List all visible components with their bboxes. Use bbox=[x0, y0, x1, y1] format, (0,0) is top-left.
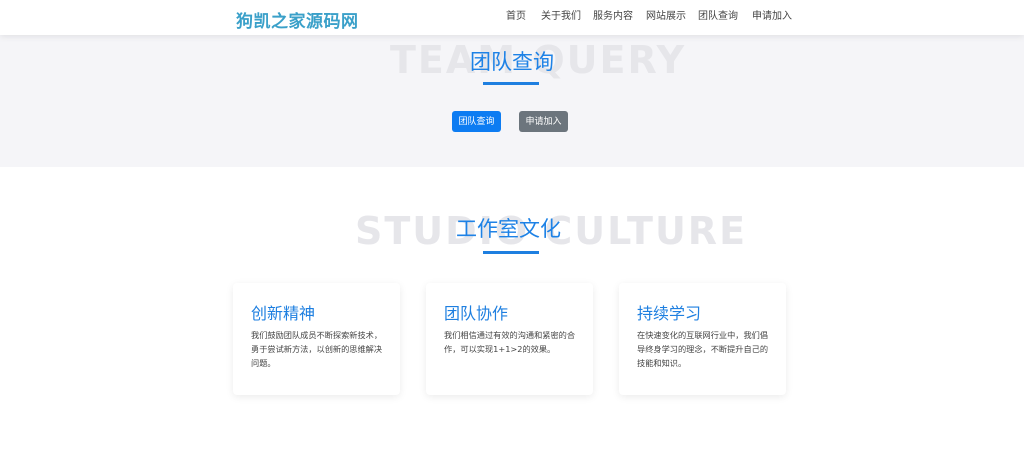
card-text: 我们鼓励团队成员不断探索新技术，勇于尝试新方法，以创新的思维解决问题。 bbox=[251, 330, 383, 368]
nav-item-home[interactable]: 首页 bbox=[506, 7, 526, 22]
card-title: 团队协作 bbox=[444, 304, 509, 323]
nav-item-showcase[interactable]: 网站展示 bbox=[646, 7, 686, 22]
culture-card-teamwork: 团队协作 我们相信通过有效的沟通和紧密的合作，可以实现1+1>2的效果。 bbox=[426, 283, 593, 395]
navbar: 狗凯之家源码网 首页 关于我们 服务内容 网站展示 团队查询 申请加入 bbox=[0, 0, 1024, 35]
nav-item-team-query[interactable]: 团队查询 bbox=[698, 7, 738, 22]
culture-card-innovation: 创新精神 我们鼓励团队成员不断探索新技术，勇于尝试新方法，以创新的思维解决问题。 bbox=[233, 283, 400, 395]
hero-title: 团队查询 bbox=[470, 50, 554, 74]
card-title: 持续学习 bbox=[637, 304, 702, 323]
culture-title: 工作室文化 bbox=[456, 217, 561, 241]
site-logo[interactable]: 狗凯之家源码网 bbox=[236, 7, 359, 32]
culture-section: STUDIO CULTURE 工作室文化 创新精神 我们鼓励团队成员不断探索新技… bbox=[0, 167, 1024, 473]
culture-card-learning: 持续学习 在快速变化的互联网行业中，我们倡导终身学习的理念，不断提升自己的技能和… bbox=[619, 283, 786, 395]
team-query-button[interactable]: 团队查询 bbox=[452, 111, 501, 132]
card-text: 我们相信通过有效的沟通和紧密的合作，可以实现1+1>2的效果。 bbox=[444, 330, 576, 354]
nav-item-about[interactable]: 关于我们 bbox=[541, 7, 581, 22]
card-title: 创新精神 bbox=[251, 304, 316, 323]
hero-title-underline bbox=[483, 82, 539, 85]
card-text: 在快速变化的互联网行业中，我们倡导终身学习的理念，不断提升自己的技能和知识。 bbox=[637, 330, 769, 368]
hero-section: TEAM QUERY 团队查询 团队查询 申请加入 bbox=[0, 35, 1024, 167]
nav-item-apply[interactable]: 申请加入 bbox=[752, 7, 792, 22]
nav-item-services[interactable]: 服务内容 bbox=[593, 7, 633, 22]
apply-join-button[interactable]: 申请加入 bbox=[519, 111, 568, 132]
culture-title-underline bbox=[483, 251, 539, 254]
